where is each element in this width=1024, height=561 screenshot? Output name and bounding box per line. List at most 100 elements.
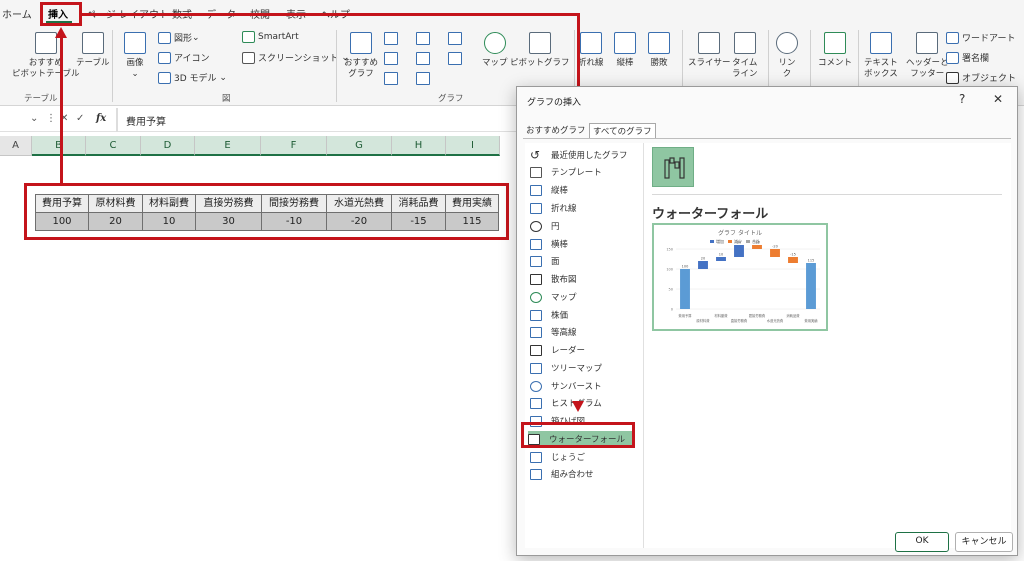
screenshot-button[interactable]: スクリーンショット ⌄: [242, 51, 349, 64]
header-cell[interactable]: 直接労務費: [195, 194, 262, 213]
pie-chart-icon[interactable]: [384, 72, 398, 85]
bar-chart-icon: [530, 238, 542, 250]
chart-type-item-template[interactable]: テンプレート: [530, 164, 602, 180]
hierarchy-chart-icon[interactable]: [416, 32, 430, 45]
link-button[interactable]: リン ク: [776, 32, 798, 80]
excel-window: ホーム 挿入 ページ レイアウト 数式 データ 校閲 表示 ヘルプ おすすめ ピ…: [0, 0, 1024, 561]
column-header-b[interactable]: B: [32, 136, 86, 156]
sparkline-line-button[interactable]: 折れ線: [578, 32, 604, 69]
chart-type-item-line[interactable]: 折れ線: [530, 200, 577, 216]
map-chart-button[interactable]: マップ: [482, 32, 508, 69]
namebox-dropdown-icon[interactable]: ⌄: [30, 113, 38, 124]
statistic-chart-icon[interactable]: [416, 52, 430, 65]
formula-input[interactable]: 費用予算: [126, 113, 166, 128]
tab-all-charts[interactable]: すべてのグラフ: [589, 123, 656, 138]
smartart-button[interactable]: SmartArt: [242, 31, 299, 43]
chart-type-item-map[interactable]: マップ: [530, 289, 577, 305]
fx-icon[interactable]: fx: [96, 113, 106, 124]
column-header-a[interactable]: A: [0, 136, 32, 156]
chart-type-item-radar[interactable]: レーダー: [530, 342, 585, 358]
combo-chart-icon[interactable]: [448, 52, 462, 65]
column-header-e[interactable]: E: [195, 136, 261, 156]
ok-button[interactable]: OK: [895, 532, 949, 552]
line-chart-icon[interactable]: [384, 52, 398, 65]
column-header-g[interactable]: G: [327, 136, 392, 156]
chart-type-item-histogram[interactable]: ヒストグラム: [530, 395, 602, 411]
legend-swatch-total: [746, 240, 750, 243]
wordart-button[interactable]: ワードアート: [946, 31, 1015, 44]
column-header-i[interactable]: I: [446, 136, 500, 156]
waterfall-chart-icon[interactable]: [448, 32, 462, 45]
header-cell[interactable]: 間接労務費: [261, 194, 327, 213]
icons-button[interactable]: アイコン: [158, 51, 210, 64]
column-header-f[interactable]: F: [261, 136, 327, 156]
column-chart-icon[interactable]: [384, 32, 398, 45]
chart-type-item-sunburst[interactable]: サンバースト: [530, 378, 602, 394]
scatter-chart-icon[interactable]: [416, 72, 430, 85]
timeline-button[interactable]: タイム ライン: [732, 32, 758, 80]
sparkline-winloss-button[interactable]: 勝敗: [648, 32, 670, 69]
table-button[interactable]: テーブル: [76, 32, 110, 69]
close-icon[interactable]: ✕: [993, 92, 1003, 106]
chart-preview[interactable]: グラフ タイトル 増加 減少 合計 0 50 100 150 100 20 10 30 -10…: [652, 223, 828, 331]
chart-type-item-funnel[interactable]: じょうご: [530, 449, 585, 465]
recommended-chart-button[interactable]: おすすめ グラフ: [344, 32, 378, 80]
image-icon: [124, 32, 146, 54]
comment-button[interactable]: コメント: [818, 32, 852, 69]
chart-type-item-treemap[interactable]: ツリーマップ: [530, 360, 602, 376]
chart-type-item-scatter[interactable]: 散布図: [530, 271, 577, 287]
sparkline-column-button[interactable]: 縦棒: [614, 32, 636, 69]
value-cell[interactable]: 115: [445, 212, 499, 231]
preview-category-label: 材料副費: [714, 313, 728, 318]
header-cell[interactable]: 費用予算: [35, 194, 89, 213]
header-cell[interactable]: 材料副費: [142, 194, 196, 213]
column-header-d[interactable]: D: [141, 136, 195, 156]
chart-type-item-area[interactable]: 面: [530, 253, 560, 269]
header-cell[interactable]: 水道光熱費: [326, 194, 392, 213]
menu-home[interactable]: ホーム: [2, 6, 32, 21]
value-cell[interactable]: 100: [35, 212, 89, 231]
waterfall-thumbnail[interactable]: [652, 147, 694, 187]
chart-type-item-combo[interactable]: 組み合わせ: [530, 466, 594, 482]
chart-type-item-recent[interactable]: ↺ 最近使用したグラフ: [530, 147, 628, 163]
value-cell[interactable]: 20: [88, 212, 143, 231]
recommended-pivottable-button[interactable]: おすすめ ピボットテーブル: [12, 32, 80, 80]
chart-type-item-pie[interactable]: 円: [530, 218, 560, 234]
confirm-entry-icon[interactable]: ✓: [76, 113, 84, 124]
cancel-button[interactable]: キャンセル: [955, 532, 1013, 552]
chart-type-item-surface[interactable]: 等高線: [530, 324, 577, 340]
value-cell[interactable]: -20: [326, 212, 392, 231]
pivotchart-button[interactable]: ピボットグラフ: [510, 32, 570, 69]
header-footer-button[interactable]: ヘッダーと フッター: [906, 32, 949, 80]
pivottable-icon: [34, 32, 57, 54]
preview-category-label: 費用実績: [804, 318, 818, 323]
chart-type-item-column[interactable]: 縦棒: [530, 182, 568, 198]
preview-bar: [788, 257, 798, 263]
value-cell[interactable]: 10: [142, 212, 196, 231]
signature-line-button[interactable]: 署名欄: [946, 51, 989, 64]
value-cell[interactable]: -10: [261, 212, 327, 231]
header-cell[interactable]: 費用実績: [445, 194, 499, 213]
image-button[interactable]: 画像 ⌄: [124, 32, 146, 80]
object-button[interactable]: オブジェクト: [946, 71, 1016, 84]
object-icon: [946, 71, 959, 84]
chart-preview-area: ウォーターフォール グラフ タイトル 増加 減少 合計 0 50 100 150 10…: [643, 143, 1011, 548]
column-header-c[interactable]: C: [86, 136, 141, 156]
chart-type-item-stock[interactable]: 株価: [530, 307, 568, 323]
textbox-button[interactable]: テキスト ボックス: [864, 32, 898, 80]
column-header-h[interactable]: H: [392, 136, 446, 156]
combo-chart-icon: [530, 468, 542, 480]
3d-model-button[interactable]: 3D モデル ⌄: [158, 71, 227, 84]
value-cell[interactable]: -15: [391, 212, 446, 231]
value-cell[interactable]: 30: [195, 212, 262, 231]
preview-data-label: 100: [682, 265, 689, 269]
shapes-button[interactable]: 図形 ⌄: [158, 31, 200, 44]
tab-recommended-charts[interactable]: おすすめグラフ: [523, 123, 589, 137]
slicer-button[interactable]: スライサー: [688, 32, 731, 69]
header-cell[interactable]: 消耗品費: [391, 194, 446, 213]
chart-type-item-bar[interactable]: 横棒: [530, 236, 568, 252]
header-cell[interactable]: 原材料費: [88, 194, 143, 213]
help-icon[interactable]: ?: [959, 92, 965, 106]
formula-bar: ⌄ ⋮ ✕ ✓ fx 費用予算: [0, 108, 520, 132]
timeline-icon: [733, 32, 756, 54]
